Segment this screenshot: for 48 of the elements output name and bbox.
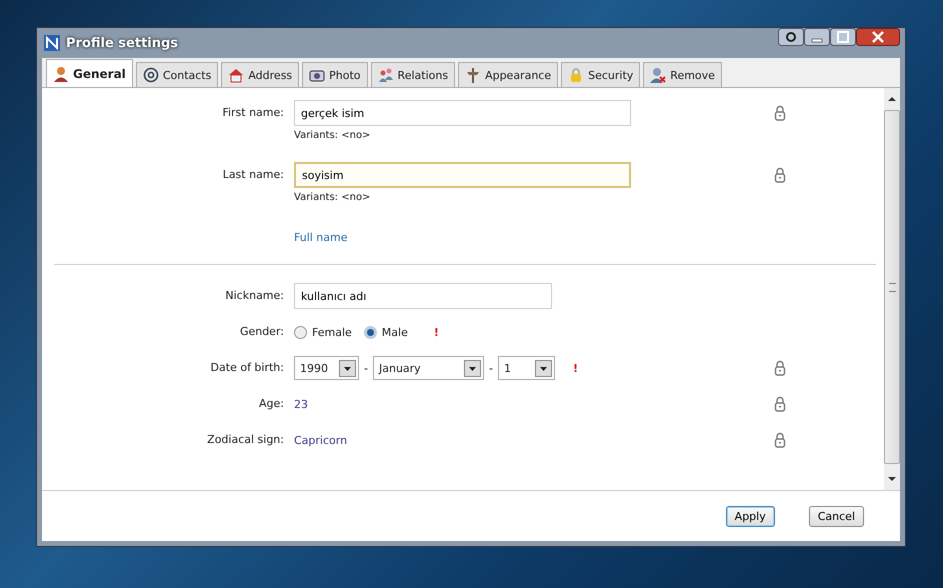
person-cross-icon [650, 67, 666, 83]
minimize-icon[interactable] [804, 28, 830, 46]
tab[interactable]: Appearance [458, 62, 558, 87]
scroll-up-icon[interactable] [888, 96, 896, 102]
dropdown[interactable]: 1 [498, 356, 555, 380]
person-icon [53, 66, 69, 82]
maximize-icon[interactable] [830, 28, 856, 46]
tab[interactable]: Contacts [136, 62, 218, 87]
tab[interactable]: General [46, 59, 133, 87]
field-label: Last name: [222, 168, 284, 181]
dropdown[interactable]: January [372, 356, 484, 380]
tab[interactable]: Relations [370, 62, 456, 87]
text-input-field[interactable]: gerçek isim [294, 100, 631, 126]
text-input-field[interactable]: kullanıcı adı [294, 283, 552, 309]
window-title: Profile settings [66, 36, 178, 50]
refresh-icon[interactable] [778, 28, 804, 46]
radio-button[interactable] [364, 326, 377, 338]
date-separator: - [488, 362, 494, 374]
people-icon [378, 67, 394, 83]
radio-label[interactable]: Male [382, 326, 408, 338]
app-icon [44, 35, 60, 51]
required-mark: ! [434, 326, 439, 338]
value-text: Capricorn [294, 434, 348, 446]
field-label: Gender: [240, 325, 284, 338]
dropdown[interactable]: 1990 [294, 356, 359, 380]
field-label: Date of birth: [210, 361, 284, 374]
required-mark: ! [572, 362, 578, 374]
close-icon[interactable] [856, 28, 900, 46]
radio-button[interactable] [294, 326, 307, 338]
house-icon [228, 67, 244, 83]
variants-text: Variants: <no> [294, 130, 372, 141]
tab[interactable]: Security [561, 62, 640, 87]
tab[interactable]: Remove [643, 62, 722, 87]
text-input-field[interactable]: soyisim [294, 162, 631, 188]
dialog-button[interactable]: Cancel [808, 506, 864, 526]
variants-text: Variants: <no> [294, 192, 372, 203]
field-label: Zodiacal sign: [207, 433, 284, 446]
scroll-down-icon[interactable] [888, 476, 896, 482]
radio-label[interactable]: Female [312, 326, 352, 338]
date-separator: - [363, 362, 369, 374]
field-label: Nickname: [225, 289, 284, 302]
dialog-button[interactable]: Apply [726, 506, 775, 526]
full-name-link[interactable]: Full name [294, 230, 348, 244]
tab[interactable]: Photo [302, 62, 368, 87]
field-label: First name: [222, 106, 284, 119]
field-label: Age: [259, 397, 284, 410]
tab[interactable]: Address [221, 62, 300, 87]
value-text: 23 [294, 398, 308, 410]
